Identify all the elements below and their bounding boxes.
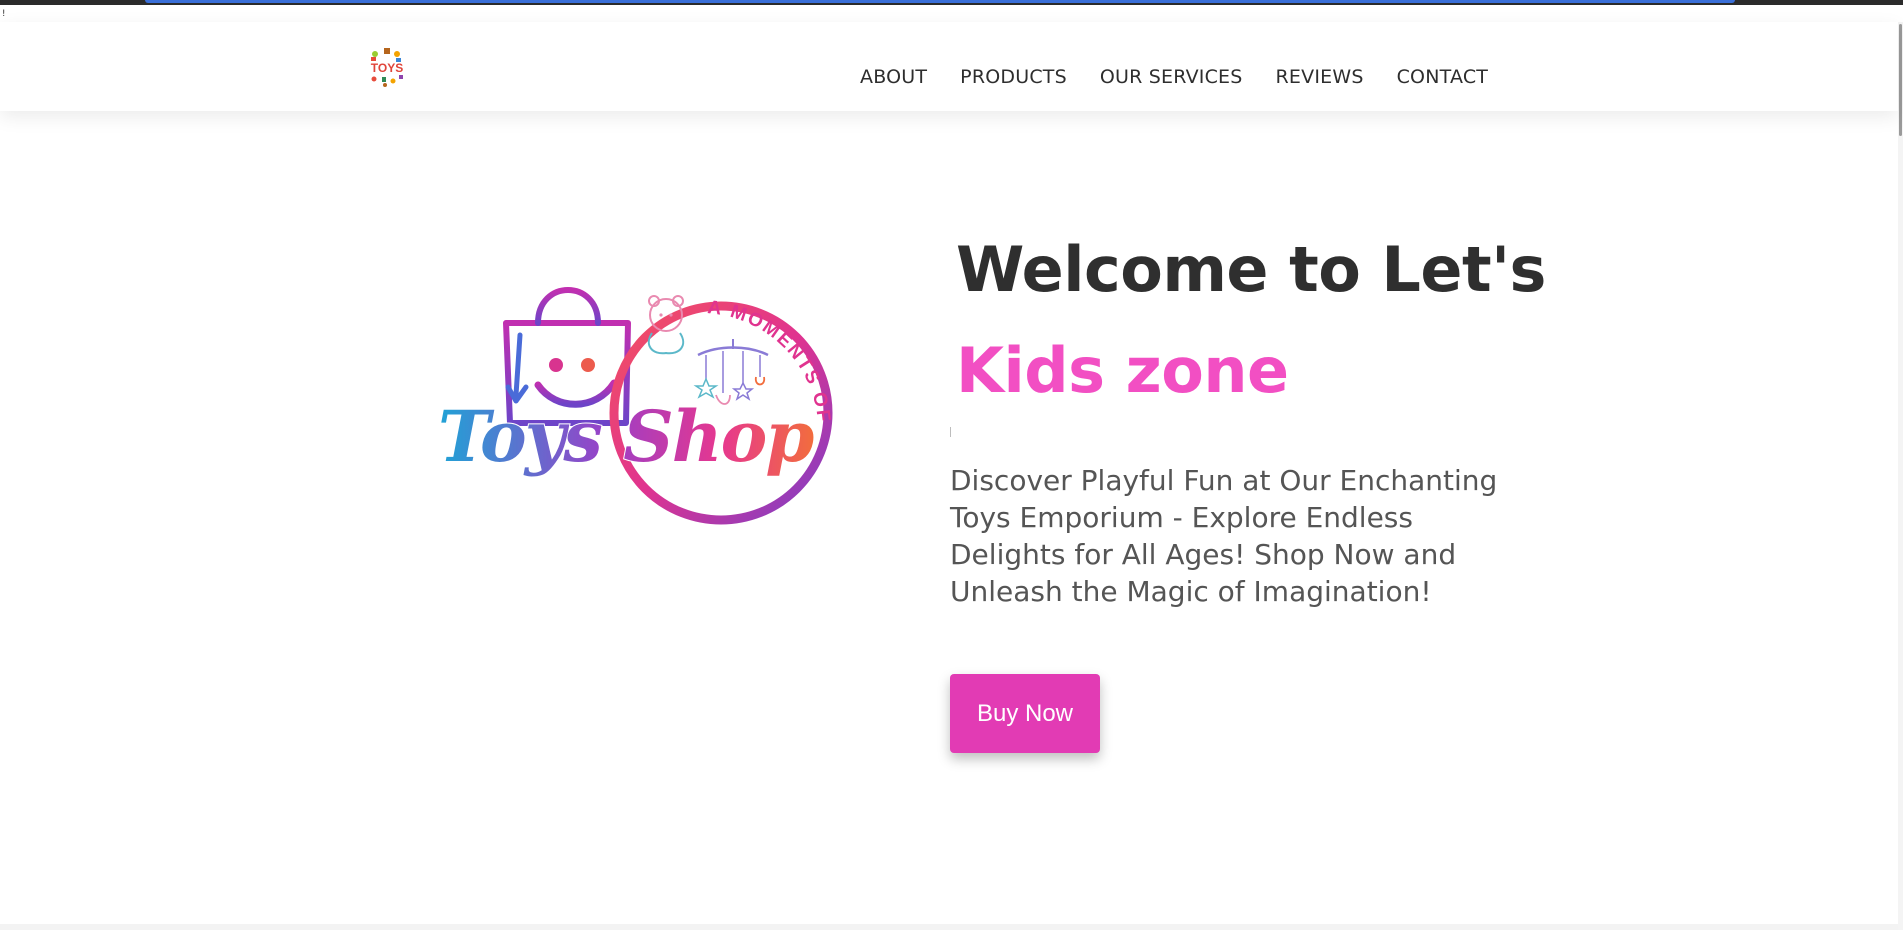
- nav-link-products[interactable]: PRODUCTS: [960, 66, 1067, 88]
- toys-logo-text: TOYS: [371, 61, 403, 75]
- hero-description: Discover Playful Fun at Our Enchanting T…: [950, 464, 1498, 608]
- navbar: TOYS ABOUT PRODUCTS OUR SERVICES REVIEWS…: [0, 22, 1898, 111]
- toys-shop-logo: A MOMENTS OF PLAY Toys Shop: [438, 283, 833, 525]
- nav-link-contact[interactable]: CONTACT: [1397, 66, 1489, 88]
- nav-link-reviews[interactable]: REVIEWS: [1276, 66, 1364, 88]
- toys-logo-icon[interactable]: TOYS: [365, 46, 409, 88]
- nav-link-about[interactable]: ABOUT: [860, 66, 927, 88]
- hero-title: Welcome to Let's: [956, 233, 1546, 306]
- nav-link-our-services[interactable]: OUR SERVICES: [1100, 66, 1243, 88]
- browser-progress-line: [145, 0, 1735, 3]
- scrollbar-track[interactable]: [1898, 22, 1903, 930]
- browser-top-strip: [0, 0, 1903, 5]
- section-divider: [0, 924, 1898, 930]
- logo-brand-text: Toys Shop: [438, 395, 814, 478]
- text-caret: [950, 427, 951, 437]
- buy-now-button[interactable]: Buy Now: [950, 674, 1100, 753]
- hero-subtitle: Kids zone: [956, 334, 1289, 407]
- stray-character: !: [1, 9, 7, 19]
- scrollbar-thumb[interactable]: [1899, 24, 1902, 136]
- main-nav: ABOUT PRODUCTS OUR SERVICES REVIEWS CONT…: [860, 66, 1488, 88]
